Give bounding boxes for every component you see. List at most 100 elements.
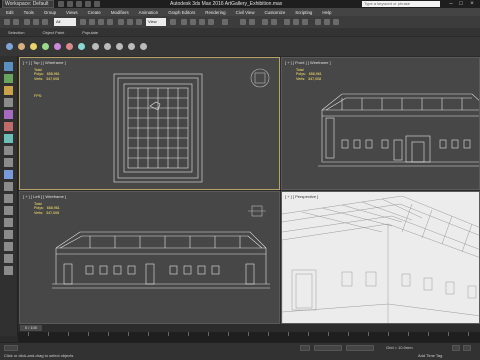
viewport-left[interactable]: [ + ] [ Left ] [ Wireframe ] Total Polys…	[19, 191, 280, 324]
search-input[interactable]: Type a keyword or phrase	[362, 1, 440, 7]
render-setup-icon[interactable]	[315, 19, 321, 25]
align-icon[interactable]	[249, 19, 255, 25]
spacewarp-icon[interactable]	[4, 122, 13, 131]
curve-editor-icon[interactable]	[284, 19, 290, 25]
display-panel-icon[interactable]	[128, 43, 135, 50]
percent-snap-icon[interactable]	[199, 19, 205, 25]
bind-space-warp-icon[interactable]	[42, 19, 48, 25]
modify-panel-icon[interactable]	[92, 43, 99, 50]
time-slider-handle[interactable]: 0 / 100	[20, 325, 42, 331]
x-coordinate-field[interactable]	[314, 345, 342, 351]
menu-item-graph-editors[interactable]: Graph Editors	[168, 10, 195, 15]
timeline-track[interactable]	[18, 332, 480, 342]
tab-object-paint[interactable]: Object Paint	[42, 30, 64, 35]
xref-icon[interactable]	[4, 194, 13, 203]
angle-snap-icon[interactable]	[190, 19, 196, 25]
create-shapes-icon[interactable]	[18, 43, 25, 50]
create-geometry-icon[interactable]	[6, 43, 13, 50]
viewport-label[interactable]: [ + ] [ Front ] [ Wireframe ]	[285, 60, 331, 65]
menu-item-customize[interactable]: Customize	[265, 10, 286, 15]
menu-item-group[interactable]: Group	[44, 10, 56, 15]
invert-selection-icon[interactable]	[4, 254, 13, 263]
selection-filter-dropdown[interactable]: All	[54, 18, 76, 26]
select-none-icon[interactable]	[4, 242, 13, 251]
particle-icon[interactable]	[4, 218, 13, 227]
redo-icon[interactable]	[94, 1, 100, 7]
camera-icon[interactable]	[4, 98, 13, 107]
menu-item-civil-view[interactable]: Civil View	[236, 10, 255, 15]
create-cameras-icon[interactable]	[42, 43, 49, 50]
mirror-icon[interactable]	[240, 19, 246, 25]
tab-populate[interactable]: Populate	[82, 30, 98, 35]
maximize-icon[interactable]: □	[456, 0, 466, 8]
snap-toggle-icon[interactable]	[181, 19, 187, 25]
light-icon[interactable]	[4, 86, 13, 95]
close-icon[interactable]: ×	[467, 0, 477, 8]
named-selection-icon[interactable]	[222, 19, 228, 25]
window-crossing-icon[interactable]	[107, 19, 113, 25]
rectangular-selection-icon[interactable]	[98, 19, 104, 25]
schematic-view-icon[interactable]	[293, 19, 299, 25]
play-icon[interactable]	[452, 345, 460, 351]
layer-explorer-icon[interactable]	[262, 19, 268, 25]
freeze-icon[interactable]	[4, 146, 13, 155]
add-time-tag-button[interactable]: Add Time Tag	[418, 353, 442, 358]
menu-item-help[interactable]: Help	[322, 10, 331, 15]
time-slider[interactable]: 0 / 100	[18, 324, 480, 332]
undo-icon[interactable]	[4, 19, 10, 25]
redo-icon[interactable]	[13, 19, 19, 25]
undo-icon[interactable]	[85, 1, 91, 7]
bone-icon[interactable]	[4, 206, 13, 215]
create-helpers-icon[interactable]	[54, 43, 61, 50]
save-icon[interactable]	[76, 1, 82, 7]
viewport-top[interactable]: [ + ] [ Top ] [ Wireframe ] Total Polys:…	[19, 57, 280, 190]
helper-icon[interactable]	[4, 110, 13, 119]
container-icon[interactable]	[4, 170, 13, 179]
viewport-label[interactable]: [ + ] [ Perspective ]	[285, 194, 318, 199]
menu-item-edit[interactable]: Edit	[6, 10, 14, 15]
workspace-dropdown[interactable]: Workspace: Default	[2, 0, 54, 8]
menu-item-scripting[interactable]: Scripting	[295, 10, 312, 15]
toggle-ribbon-icon[interactable]	[271, 19, 277, 25]
viewport-perspective[interactable]: [ + ] [ Perspective ]	[281, 191, 480, 324]
new-file-icon[interactable]	[58, 1, 64, 7]
menu-item-modifiers[interactable]: Modifiers	[111, 10, 129, 15]
menu-item-views[interactable]: Views	[66, 10, 78, 15]
tab-selection[interactable]: Selection	[8, 30, 24, 35]
spinner-snap-icon[interactable]	[208, 19, 214, 25]
select-by-name-icon[interactable]	[89, 19, 95, 25]
pivot-center-icon[interactable]	[170, 19, 176, 25]
move-icon[interactable]	[118, 19, 124, 25]
link-icon[interactable]	[24, 19, 30, 25]
viewport-label[interactable]: [ + ] [ Top ] [ Wireframe ]	[23, 60, 66, 65]
rotate-icon[interactable]	[127, 19, 133, 25]
create-space-warps-icon[interactable]	[66, 43, 73, 50]
filter-icon[interactable]	[4, 266, 13, 275]
systems-icon[interactable]	[78, 43, 85, 50]
menu-item-create[interactable]: Create	[88, 10, 101, 15]
select-object-icon[interactable]	[80, 19, 86, 25]
scene-explorer-icon[interactable]	[4, 62, 13, 71]
scale-icon[interactable]	[136, 19, 142, 25]
layer-icon[interactable]	[4, 74, 13, 83]
motion-panel-icon[interactable]	[116, 43, 123, 50]
hide-icon[interactable]	[4, 158, 13, 167]
menu-item-animation[interactable]: Animation	[139, 10, 159, 15]
hierarchy-panel-icon[interactable]	[104, 43, 111, 50]
minimize-icon[interactable]: –	[446, 0, 456, 8]
render-production-icon[interactable]	[333, 19, 339, 25]
y-coordinate-field[interactable]	[346, 345, 374, 351]
shape-icon[interactable]	[4, 134, 13, 143]
reference-coordinate-dropdown[interactable]: View	[146, 18, 166, 26]
maxscript-listener-icon[interactable]	[4, 345, 18, 351]
menu-item-rendering[interactable]: Rendering	[205, 10, 225, 15]
group-icon[interactable]	[4, 182, 13, 191]
viewport-front[interactable]: [ + ] [ Front ] [ Wireframe ] Total Poly…	[281, 57, 480, 190]
rendered-frame-window-icon[interactable]	[324, 19, 330, 25]
selection-lock-icon[interactable]	[300, 345, 310, 351]
unlink-icon[interactable]	[33, 19, 39, 25]
open-file-icon[interactable]	[67, 1, 73, 7]
menu-item-tools[interactable]: Tools	[24, 10, 34, 15]
utilities-panel-icon[interactable]	[140, 43, 147, 50]
select-all-icon[interactable]	[4, 230, 13, 239]
